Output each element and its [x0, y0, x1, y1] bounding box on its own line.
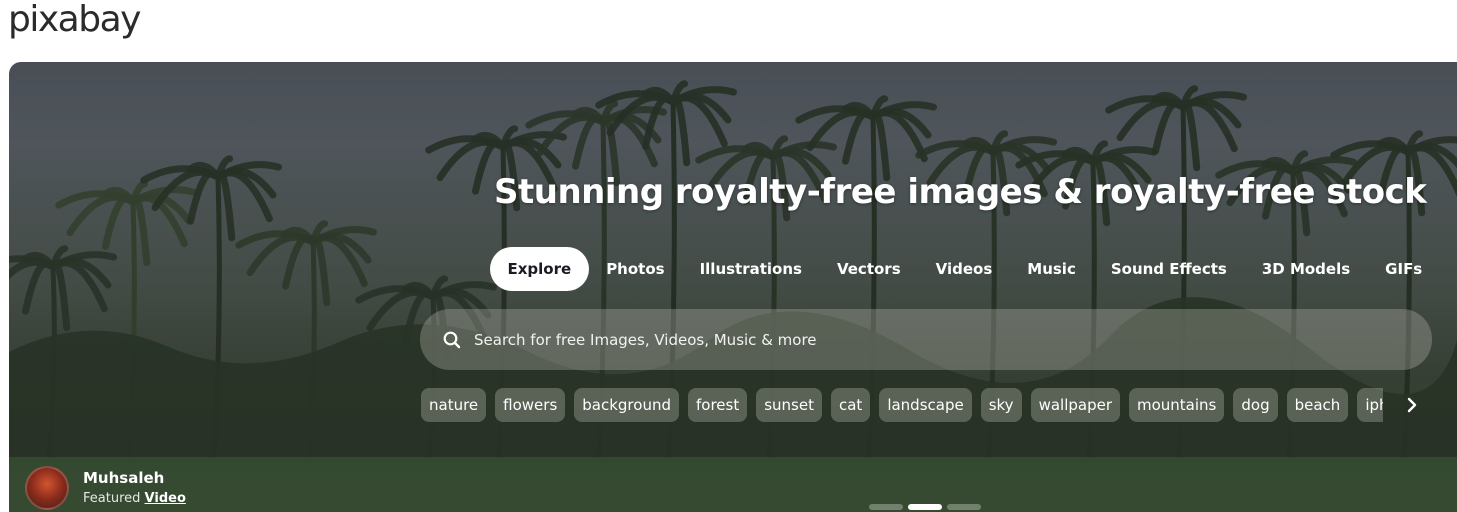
carousel-dot[interactable] [947, 504, 981, 510]
hero-headline: Stunning royalty-free images & royalty-f… [494, 172, 1427, 212]
tag-chip[interactable]: nature [421, 388, 487, 422]
featured-credit: Muhsaleh Featured Video [25, 466, 186, 510]
tab-explore[interactable]: Explore [490, 247, 589, 291]
tag-chip[interactable]: mountains [1129, 388, 1225, 422]
tag-chip[interactable]: cat [830, 388, 871, 422]
tags-next-button[interactable] [1397, 390, 1427, 420]
media-type-tabs: Explore Photos Illustrations Vectors Vid… [490, 247, 1440, 291]
chevron-right-icon [1407, 397, 1417, 413]
tab-music[interactable]: Music [1010, 247, 1094, 291]
author-name[interactable]: Muhsaleh [83, 467, 186, 489]
avatar[interactable] [25, 466, 69, 510]
tab-illustrations[interactable]: Illustrations [682, 247, 819, 291]
search-input[interactable] [474, 330, 1432, 349]
tag-chip[interactable]: beach [1286, 388, 1349, 422]
search-bar[interactable] [420, 309, 1432, 370]
tab-3d-models[interactable]: 3D Models [1244, 247, 1367, 291]
featured-prefix: Featured [83, 491, 141, 506]
tag-chip[interactable]: dog [1233, 388, 1278, 422]
carousel-indicators [869, 504, 981, 510]
tag-chip[interactable]: background [574, 388, 679, 422]
tab-gifs[interactable]: GIFs [1368, 247, 1440, 291]
tag-chip[interactable]: wallpaper [1030, 388, 1120, 422]
featured-label: Featured Video [83, 489, 186, 509]
carousel-dot-active[interactable] [908, 504, 942, 510]
carousel-dot[interactable] [869, 504, 903, 510]
pixabay-logo[interactable]: pixabay [8, 0, 141, 40]
search-icon[interactable] [442, 330, 462, 350]
suggested-tags: nature flowers background forest sunset … [421, 388, 1383, 422]
tab-videos[interactable]: Videos [918, 247, 1010, 291]
tag-chip[interactable]: landscape [879, 388, 972, 422]
tag-chip[interactable]: flowers [495, 388, 566, 422]
hero-banner: Stunning royalty-free images & royalty-f… [9, 62, 1457, 512]
featured-video-link[interactable]: Video [145, 491, 186, 506]
tab-sound-effects[interactable]: Sound Effects [1093, 247, 1244, 291]
tab-photos[interactable]: Photos [589, 247, 682, 291]
tag-chip[interactable]: iph [1357, 388, 1383, 422]
tag-chip[interactable]: forest [687, 388, 748, 422]
tag-chip[interactable]: sky [980, 388, 1022, 422]
tab-vectors[interactable]: Vectors [819, 247, 918, 291]
tag-chip[interactable]: sunset [756, 388, 822, 422]
